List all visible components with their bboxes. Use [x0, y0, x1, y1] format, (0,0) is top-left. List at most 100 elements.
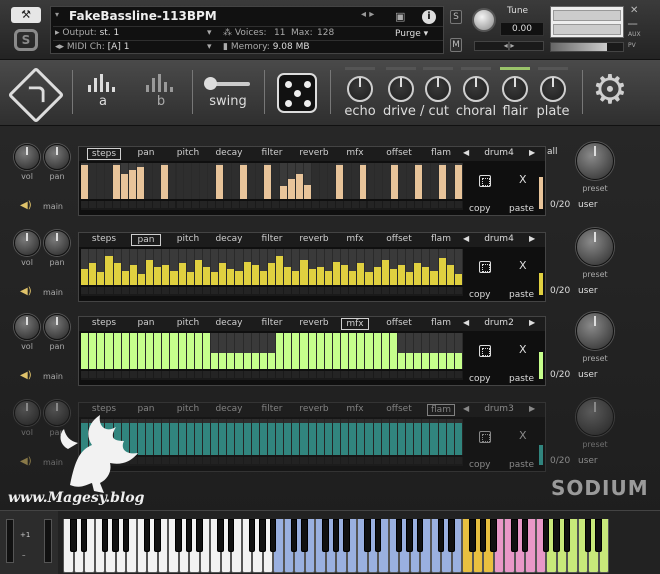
tab-decay[interactable]: decay — [211, 404, 247, 416]
paste-button[interactable]: paste — [509, 290, 534, 300]
max-voices-value[interactable]: 128 — [317, 28, 334, 38]
step[interactable] — [154, 249, 162, 285]
output-main-label[interactable]: main — [43, 202, 63, 211]
cut-knob[interactable] — [425, 76, 451, 102]
gate-step[interactable] — [383, 201, 391, 210]
aux-button[interactable]: AUX — [628, 31, 641, 38]
octave-up-label[interactable]: +1 — [20, 531, 30, 539]
gate-step[interactable] — [446, 371, 454, 380]
tab-pitch[interactable]: pitch — [171, 234, 205, 246]
step[interactable] — [240, 163, 248, 199]
step[interactable] — [259, 333, 267, 369]
black-key[interactable] — [364, 519, 371, 552]
gate-step[interactable] — [414, 457, 422, 466]
step[interactable] — [121, 333, 129, 369]
vol-knob[interactable] — [14, 314, 40, 340]
tab-pitch[interactable]: pitch — [171, 318, 205, 330]
step[interactable] — [446, 249, 454, 285]
gate-step[interactable] — [184, 201, 192, 210]
gate-step[interactable] — [227, 371, 235, 380]
step[interactable] — [89, 249, 97, 285]
gate-step[interactable] — [224, 201, 232, 210]
black-key[interactable] — [563, 519, 571, 552]
step[interactable] — [154, 333, 162, 369]
black-key[interactable] — [448, 519, 455, 552]
gate-step[interactable] — [381, 287, 389, 296]
gate-step[interactable] — [267, 457, 276, 466]
gate-step[interactable] — [397, 371, 406, 380]
gate-step[interactable] — [341, 287, 349, 296]
gate-step[interactable] — [454, 371, 462, 380]
step[interactable] — [202, 419, 211, 455]
step[interactable] — [192, 163, 200, 199]
preset-user-menu[interactable]: user — [578, 456, 598, 466]
step[interactable] — [137, 333, 145, 369]
gate-step[interactable] — [332, 457, 341, 466]
dice-icon[interactable] — [479, 345, 491, 357]
gate-step[interactable] — [343, 201, 351, 210]
gate-step[interactable] — [104, 201, 112, 210]
gate-step[interactable] — [219, 457, 227, 466]
step[interactable] — [251, 419, 259, 455]
gate-step[interactable] — [446, 457, 454, 466]
vol-knob[interactable] — [14, 230, 40, 256]
preset-user-menu[interactable]: user — [578, 200, 598, 210]
step-grid[interactable] — [81, 333, 463, 369]
dice-icon[interactable] — [479, 261, 491, 273]
step[interactable] — [406, 419, 414, 455]
step[interactable] — [267, 249, 276, 285]
gate-step[interactable] — [186, 371, 194, 380]
step-grid[interactable] — [81, 163, 463, 199]
gate-step[interactable] — [446, 287, 454, 296]
step[interactable] — [129, 333, 137, 369]
gate-step[interactable] — [186, 287, 194, 296]
tab-pan[interactable]: pan — [131, 148, 161, 160]
tab-filter[interactable]: filter — [257, 318, 287, 330]
pattern-name[interactable]: drum4 — [477, 234, 521, 244]
black-key[interactable] — [248, 519, 256, 552]
step[interactable] — [406, 333, 414, 369]
speaker-icon[interactable]: ◀) — [20, 200, 32, 211]
step[interactable] — [367, 163, 375, 199]
gate-step[interactable] — [113, 287, 121, 296]
gate-step[interactable] — [391, 201, 399, 210]
step[interactable] — [430, 249, 438, 285]
paste-button[interactable]: paste — [509, 460, 534, 470]
gate-step[interactable] — [373, 287, 381, 296]
keyboard-keys[interactable] — [63, 519, 609, 573]
gate-step[interactable] — [248, 201, 256, 210]
pan-slider[interactable]: ◂|▸ — [474, 41, 544, 51]
gate-step[interactable] — [235, 457, 243, 466]
clear-button[interactable]: X — [519, 173, 527, 186]
step[interactable] — [194, 333, 202, 369]
output-main-label[interactable]: main — [43, 288, 63, 297]
gate-step[interactable] — [359, 201, 367, 210]
step[interactable] — [316, 419, 324, 455]
gate-step[interactable] — [194, 457, 202, 466]
gate-step[interactable] — [389, 371, 397, 380]
step[interactable] — [144, 163, 152, 199]
gate-step[interactable] — [162, 371, 170, 380]
step[interactable] — [112, 163, 120, 199]
step[interactable] — [276, 419, 284, 455]
gate-step[interactable] — [308, 287, 316, 296]
step[interactable] — [186, 333, 194, 369]
gate-step[interactable] — [276, 371, 284, 380]
step[interactable] — [357, 249, 365, 285]
gate-step[interactable] — [349, 371, 357, 380]
output-selector[interactable]: ▸ Output: st. 1 — [55, 28, 119, 38]
pattern-prev-arrow[interactable]: ◀ — [463, 148, 469, 157]
dice-icon[interactable] — [479, 175, 491, 187]
gate-step[interactable] — [243, 457, 251, 466]
step[interactable] — [292, 333, 300, 369]
gate-step[interactable] — [160, 201, 168, 210]
step[interactable] — [146, 249, 154, 285]
gate-step[interactable] — [406, 371, 414, 380]
flair-knob[interactable] — [502, 76, 528, 102]
gate-step[interactable] — [192, 201, 200, 210]
step[interactable] — [113, 249, 121, 285]
clear-button[interactable]: X — [519, 259, 527, 272]
vol-knob[interactable] — [14, 144, 40, 170]
preset-knob[interactable] — [576, 312, 614, 350]
step[interactable] — [311, 163, 319, 199]
